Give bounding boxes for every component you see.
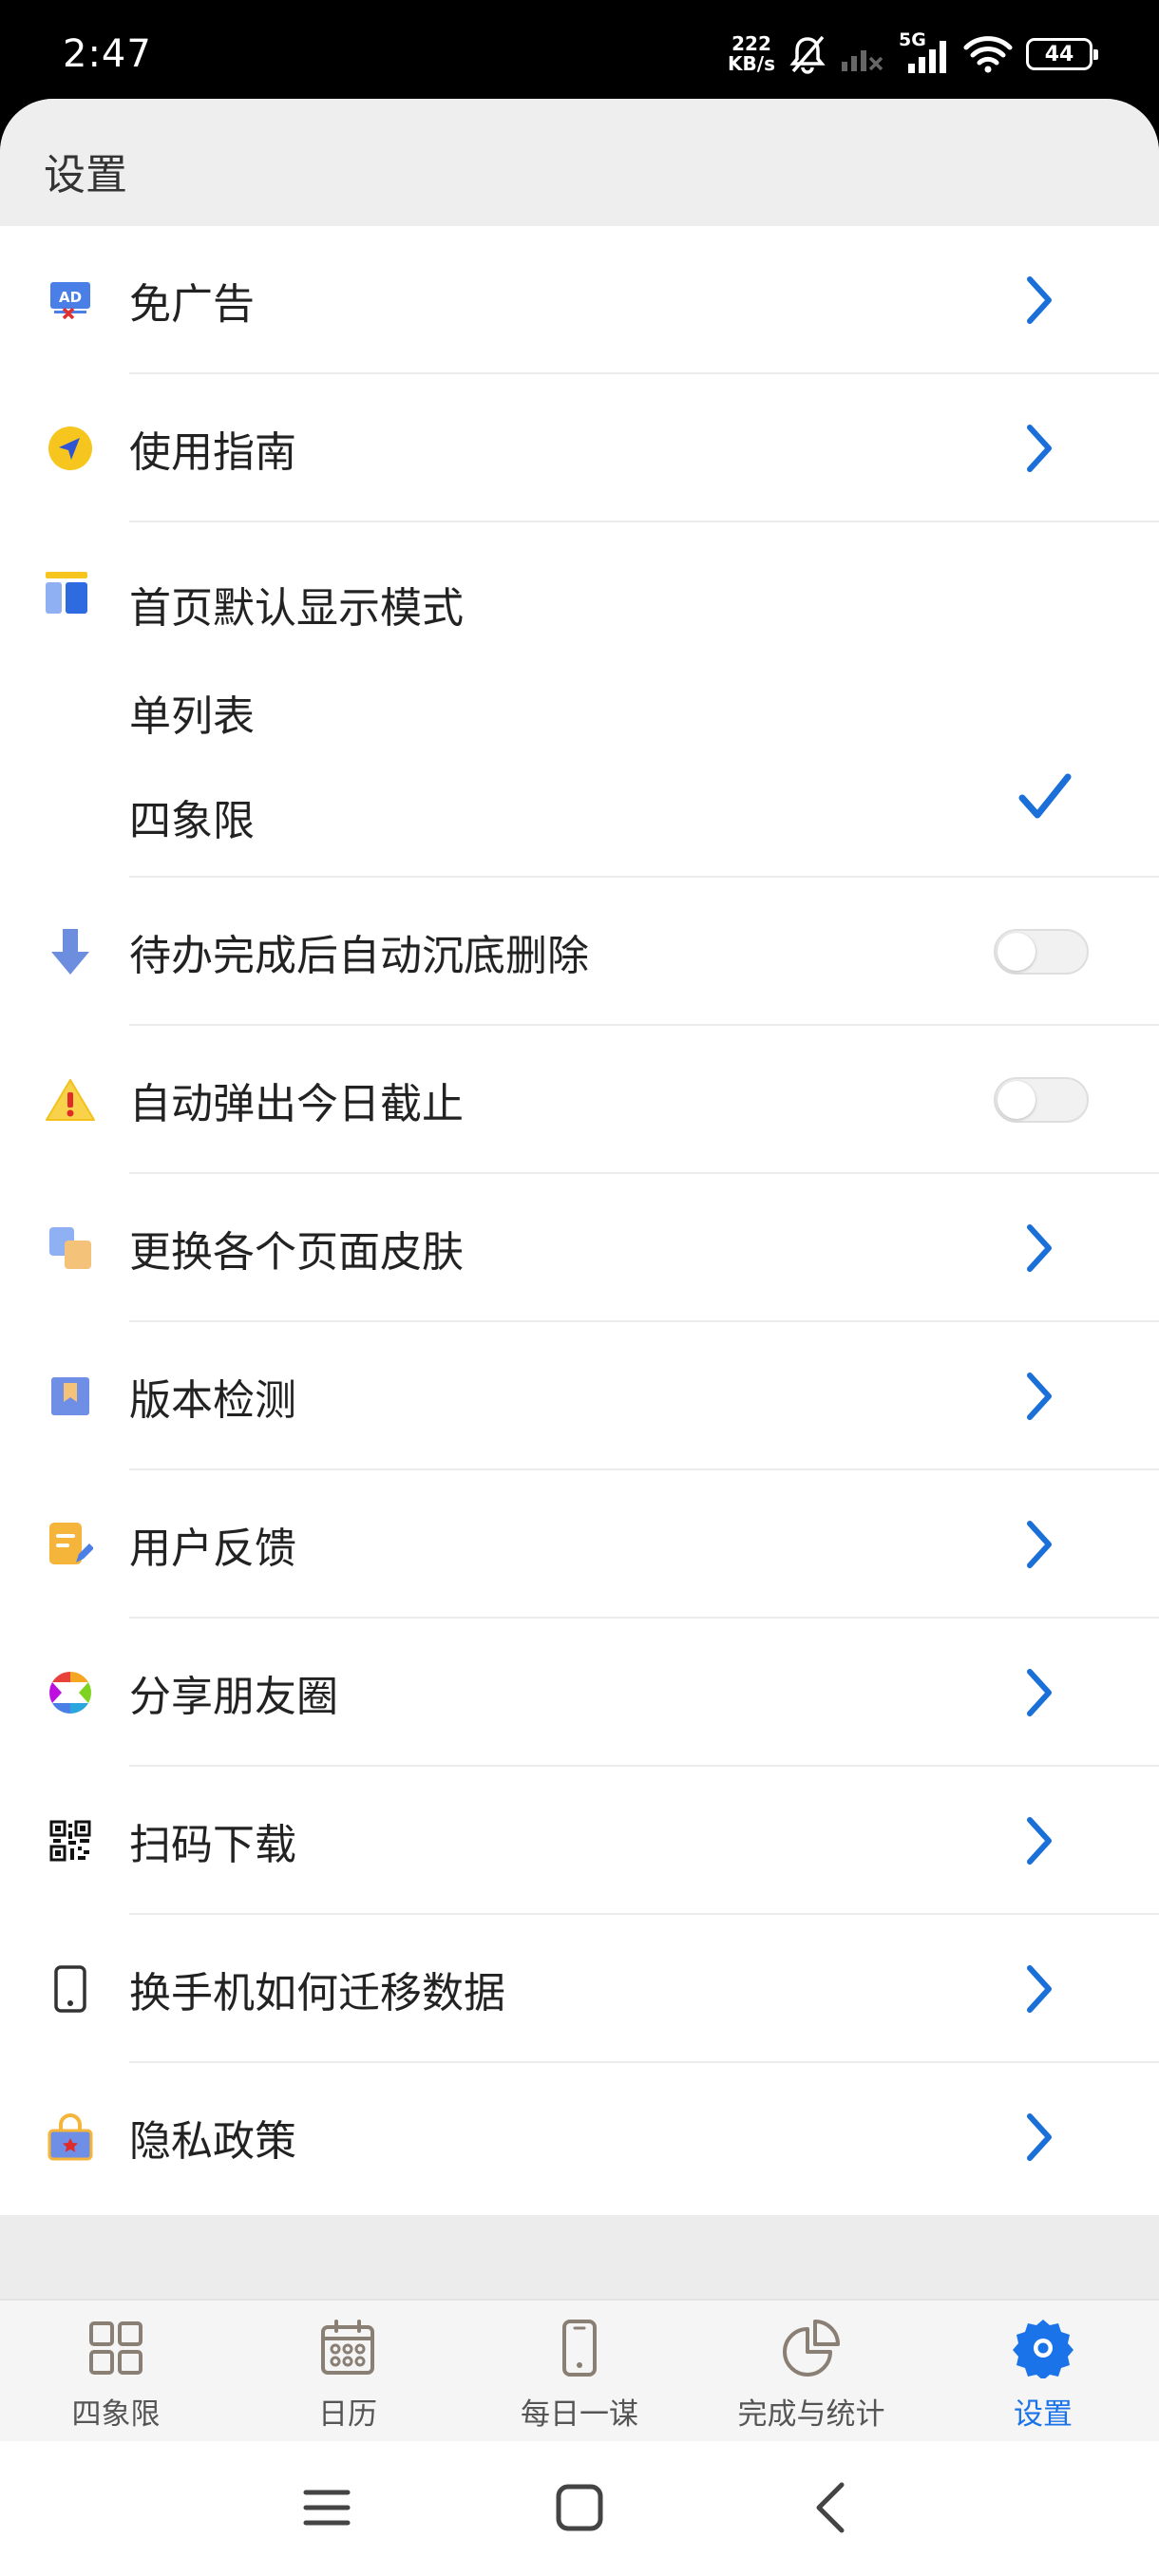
auto-sink-delete-toggle[interactable]	[994, 929, 1089, 975]
battery-icon: 44	[1026, 38, 1098, 70]
settings-list: AD 免广告 使用指南 首页默认显示模式 单列表 四象限 待办完成后自动沉底删除…	[0, 226, 1159, 2215]
home-display-mode-title: 首页默认显示模式	[129, 584, 464, 633]
mode-option-single-list[interactable]: 单列表	[129, 682, 255, 743]
wifi-icon	[963, 36, 1013, 73]
setting-change-skin[interactable]: 更换各个页面皮肤	[0, 1174, 1159, 1322]
setting-label: 待办完成后自动沉底删除	[129, 932, 589, 980]
status-icons: 222 KB/s 5G 44	[728, 28, 1098, 80]
status-time: 2:47	[63, 32, 152, 76]
tab-completion-stats[interactable]: 完成与统计	[695, 2301, 927, 2443]
tab-label: 设置	[1014, 2397, 1073, 2432]
grid-icon	[89, 2321, 142, 2375]
chevron-right-icon	[1027, 2113, 1052, 2161]
setting-label: 用户反馈	[129, 1525, 296, 1573]
setting-label: 免广告	[129, 280, 255, 329]
setting-auto-popup-today: 自动弹出今日截止	[0, 1026, 1159, 1174]
layout-icon	[44, 570, 97, 623]
check-icon	[1018, 773, 1072, 819]
pie-chart-icon	[783, 2320, 840, 2377]
setting-label: 分享朋友圈	[129, 1673, 338, 1721]
setting-privacy-policy[interactable]: 隐私政策	[0, 2063, 1159, 2211]
bottom-tab-bar: 四象限 日历 每日一谋 完成与统计 设置	[0, 2299, 1159, 2441]
setting-label: 版本检测	[129, 1376, 296, 1425]
chevron-right-icon	[1027, 1669, 1052, 1716]
chevron-right-icon	[1027, 1224, 1052, 1272]
mode-option-quadrant[interactable]: 四象限	[129, 786, 255, 847]
page-header: 设置	[0, 99, 1159, 226]
signal-weak-icon	[842, 50, 884, 71]
moments-icon	[44, 1666, 97, 1719]
chevron-right-icon	[1027, 1373, 1052, 1420]
arrow-down-icon	[44, 925, 97, 978]
chevron-right-icon	[1027, 1521, 1052, 1568]
battery-level: 44	[1044, 42, 1074, 66]
system-nav-bar	[0, 2441, 1159, 2576]
network-speed-value: 222	[732, 32, 771, 55]
phone-icon	[562, 2320, 597, 2377]
setting-label: 扫码下载	[129, 1821, 296, 1869]
toggle-knob	[998, 933, 1036, 971]
home-icon[interactable]	[551, 2479, 608, 2536]
setting-migrate-data[interactable]: 换手机如何迁移数据	[0, 1915, 1159, 2063]
auto-popup-today-toggle[interactable]	[994, 1077, 1089, 1123]
status-bar: 2:47 222 KB/s 5G 44	[0, 0, 1159, 99]
chevron-right-icon	[1027, 1817, 1052, 1865]
setting-label: 使用指南	[129, 428, 296, 477]
skin-icon	[44, 1222, 97, 1275]
setting-label: 更换各个页面皮肤	[129, 1228, 464, 1277]
feedback-icon	[44, 1518, 97, 1571]
bell-muted-icon	[789, 35, 826, 74]
chevron-right-icon	[1027, 425, 1052, 472]
settings-screen: 设置 AD 免广告 使用指南 首页默认显示模式 单列表 四象限 待办完成后自动沉…	[0, 99, 1159, 2576]
tab-settings[interactable]: 设置	[927, 2301, 1159, 2443]
svg-text:AD: AD	[59, 289, 82, 306]
tab-quadrant[interactable]: 四象限	[0, 2301, 232, 2443]
tab-label: 四象限	[71, 2397, 161, 2432]
setting-feedback[interactable]: 用户反馈	[0, 1470, 1159, 1619]
network-speed: 222 KB/s	[728, 34, 775, 74]
setting-label: 换手机如何迁移数据	[129, 1969, 505, 2017]
setting-share-moments[interactable]: 分享朋友圈	[0, 1619, 1159, 1767]
chevron-right-icon	[1027, 1965, 1052, 2013]
ad-block-icon: AD	[44, 274, 97, 327]
tab-label: 每日一谋	[521, 2397, 638, 2432]
setting-auto-sink-delete: 待办完成后自动沉底删除	[0, 878, 1159, 1026]
page-title: 设置	[44, 151, 127, 199]
qr-code-icon	[44, 1814, 97, 1867]
network-speed-unit: KB/s	[728, 52, 775, 75]
navigation-arrow-icon	[44, 422, 97, 475]
setting-scan-download[interactable]: 扫码下载	[0, 1767, 1159, 1915]
setting-guide[interactable]: 使用指南	[0, 374, 1159, 522]
toggle-knob	[998, 1081, 1036, 1119]
tab-daily-plan[interactable]: 每日一谋	[464, 2301, 695, 2443]
divider	[129, 521, 1159, 522]
back-icon[interactable]	[804, 2479, 861, 2536]
tab-calendar[interactable]: 日历	[232, 2301, 464, 2443]
menu-icon[interactable]	[298, 2479, 355, 2536]
bookmark-icon	[44, 1370, 97, 1423]
tab-label: 日历	[318, 2397, 377, 2432]
phone-icon	[44, 1962, 97, 2016]
home-display-mode-group: 首页默认显示模式 单列表 四象限	[0, 528, 1159, 878]
setting-label: 隐私政策	[129, 2117, 296, 2166]
lock-icon	[44, 2111, 97, 2164]
tab-label: 完成与统计	[737, 2397, 885, 2432]
signal-5g-icon: 5G	[899, 29, 950, 75]
gear-icon	[1013, 2320, 1074, 2378]
setting-remove-ads[interactable]: AD 免广告	[0, 226, 1159, 374]
warning-icon	[44, 1073, 97, 1127]
setting-label: 自动弹出今日截止	[129, 1080, 464, 1128]
calendar-icon	[321, 2320, 374, 2375]
setting-version-check[interactable]: 版本检测	[0, 1322, 1159, 1470]
chevron-right-icon	[1027, 276, 1052, 324]
